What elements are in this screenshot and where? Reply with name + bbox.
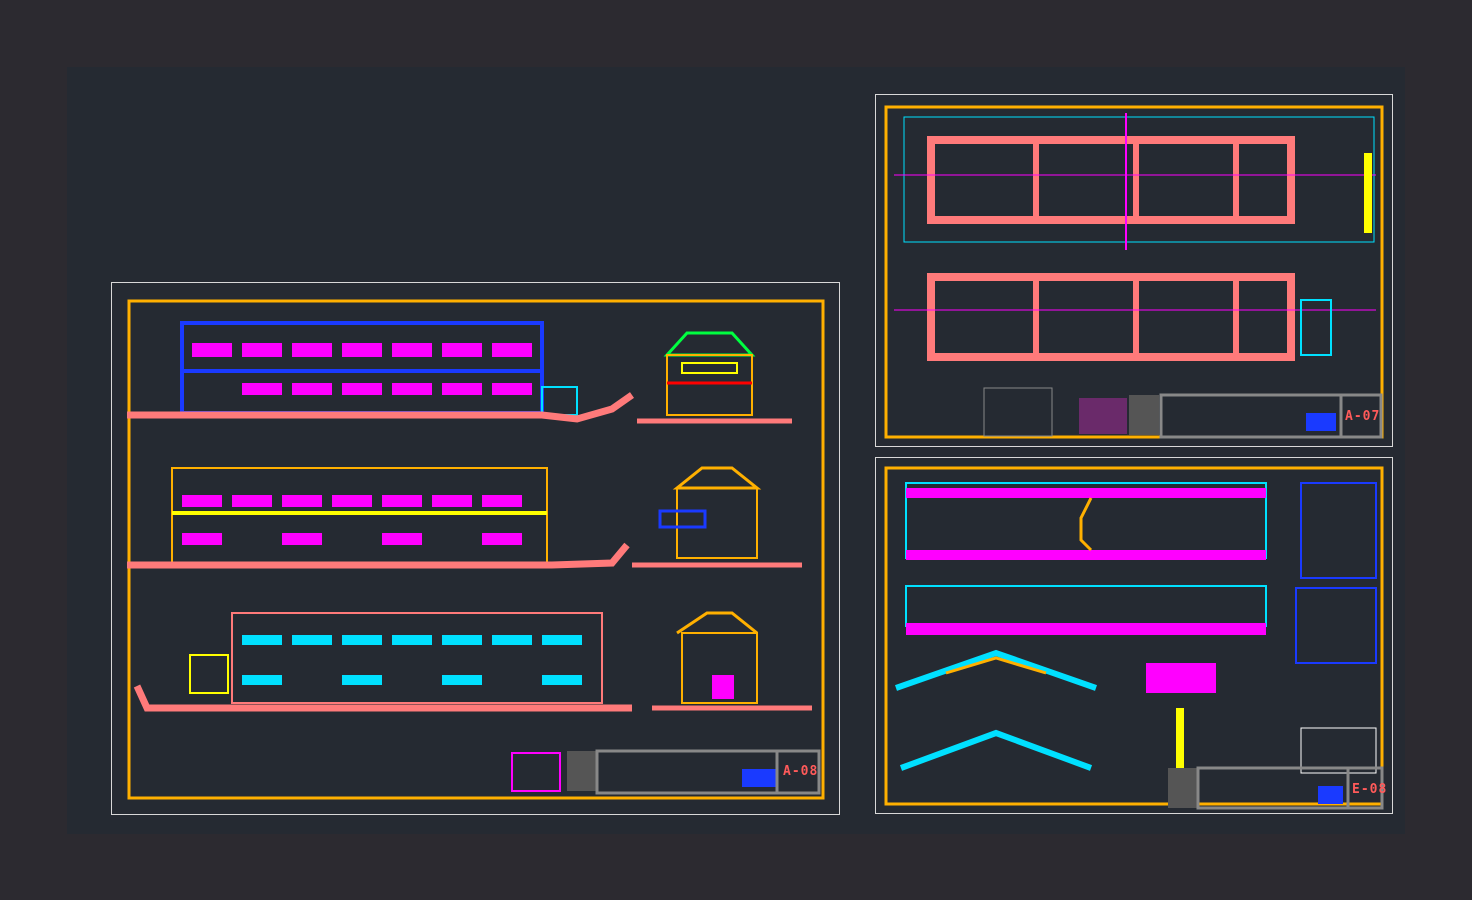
sheet-floor-plans[interactable]: A-07 bbox=[875, 94, 1393, 447]
sheet-structure[interactable]: E-08 bbox=[875, 457, 1393, 814]
roof-framing-plan bbox=[905, 482, 1267, 635]
first-floor-plan bbox=[894, 113, 1376, 250]
sheet-number: A-08 bbox=[783, 764, 819, 779]
cross-section-2 bbox=[632, 466, 802, 568]
title-block bbox=[1168, 766, 1384, 810]
cross-section-3 bbox=[652, 611, 812, 711]
second-floor-plan bbox=[894, 273, 1376, 361]
sheet-frame bbox=[127, 299, 825, 800]
sheet-frame bbox=[884, 466, 1384, 806]
sheet-number: A-07 bbox=[1345, 409, 1381, 424]
floor-plans-drawing bbox=[884, 105, 1384, 439]
detail-grid bbox=[1295, 482, 1377, 774]
title-block bbox=[983, 387, 1383, 439]
side-elevation bbox=[133, 612, 632, 712]
structure-drawing bbox=[884, 466, 1384, 810]
rear-elevation bbox=[127, 467, 630, 569]
title-block bbox=[511, 749, 821, 795]
truss-details bbox=[895, 649, 1216, 778]
elevations-drawing bbox=[127, 299, 825, 800]
sheet-number: E-08 bbox=[1352, 782, 1388, 797]
front-elevation bbox=[127, 321, 635, 423]
sheet-elevations[interactable]: A-08 bbox=[111, 282, 840, 815]
cross-section-1 bbox=[637, 331, 792, 424]
